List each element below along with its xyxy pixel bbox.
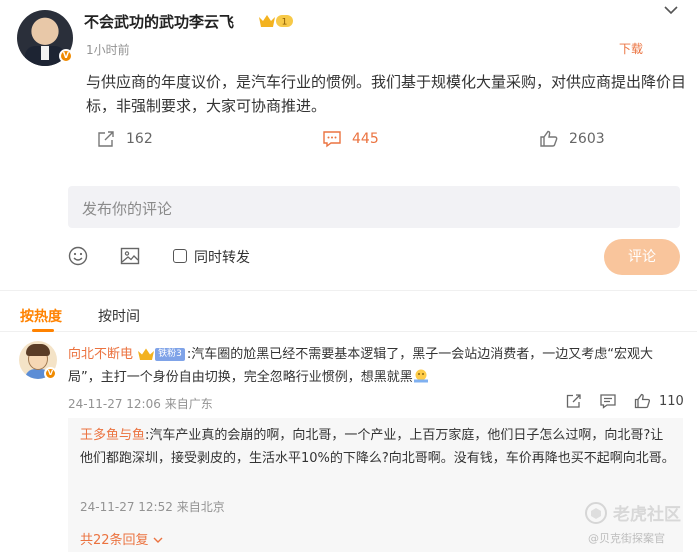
more-replies-label: 共22条回复 — [80, 533, 149, 548]
image-icon[interactable] — [120, 247, 140, 265]
fans-badge: 铁粉3 — [155, 348, 185, 361]
like-button[interactable]: 2603 — [539, 130, 605, 148]
comment-input[interactable]: 发布你的评论 — [68, 186, 680, 228]
level-number: 1 — [282, 18, 288, 28]
avatar-shirt — [41, 46, 49, 60]
comment-button[interactable]: 445 — [322, 130, 379, 148]
crown-icon — [138, 348, 155, 360]
download-link[interactable]: 下载 — [619, 40, 643, 57]
reply-text-block: 王多鱼与鱼:汽车产业真的会崩的啊，向北哥，一个产业，上百万家庭，他们日子怎么过啊… — [80, 424, 676, 470]
repost-checkbox[interactable] — [173, 249, 187, 263]
comment-thumbs-up-icon — [634, 393, 651, 409]
comment-icon — [323, 131, 341, 148]
reply-body: :汽车产业真的会崩的啊，向北哥，一个产业，上百万家庭，他们日子怎么过啊，向北哥?… — [80, 428, 675, 466]
avatar-hair — [26, 344, 50, 356]
caret-down-icon — [153, 537, 163, 543]
author-name[interactable]: 不会武功的武功李云飞 — [84, 11, 234, 32]
watermark-handle: @贝克街探案官 — [588, 532, 665, 545]
comment-sort-bar: 按热度 按时间 — [0, 290, 697, 332]
comment-meta: 24-11-27 12:06 来自广东 — [68, 395, 213, 412]
chevron-down-icon[interactable] — [663, 4, 679, 16]
repost-count: 162 — [126, 131, 153, 147]
comment-reply-icon[interactable] — [599, 393, 617, 409]
comment-time: 24-11-27 12:06 — [68, 397, 161, 411]
reply-time: 24-11-27 12:52 — [80, 500, 173, 514]
post-time: 1小时前 — [86, 43, 130, 57]
like-count: 2603 — [569, 131, 605, 147]
submit-comment-button[interactable]: 评论 — [604, 239, 680, 275]
reply-meta: 24-11-27 12:52 来自北京 — [80, 498, 225, 515]
verified-v-icon: V — [59, 49, 73, 63]
more-replies-link[interactable]: 共22条回复 — [80, 529, 163, 548]
repost-checkbox-label: 同时转发 — [194, 250, 250, 266]
thumbs-up-icon — [540, 130, 558, 147]
repost-button[interactable]: 162 — [96, 130, 153, 148]
watermark-logo: 老虎社区 — [585, 500, 681, 525]
comment-count: 445 — [352, 131, 379, 147]
reply-location: 来自北京 — [176, 500, 225, 514]
reply-user-name[interactable]: 王多鱼与鱼 — [80, 428, 145, 443]
watermark-brand: 老虎社区 — [613, 505, 681, 525]
crown-level-icon: 1 — [259, 15, 293, 28]
comment-text-block: 向北不断电 铁粉3:汽车圈的尬黑已经不需要基本逻辑了，黑子一会站边消费者，一边又… — [68, 343, 683, 389]
comment-repost-icon[interactable] — [565, 393, 583, 409]
comment-location: 来自广东 — [164, 397, 213, 411]
sort-by-time-tab[interactable]: 按时间 — [98, 306, 140, 326]
comment-like-button[interactable]: 110 — [634, 393, 684, 409]
commenter-name[interactable]: 向北不断电 — [68, 347, 133, 362]
comment-like-count: 110 — [659, 393, 684, 409]
sort-by-hot-tab[interactable]: 按热度 — [20, 306, 62, 326]
commenter-verified-icon: V — [44, 367, 57, 380]
emoji-icon[interactable] — [68, 246, 88, 266]
shrug-emoji-icon — [413, 369, 428, 383]
tiger-logo-icon — [585, 501, 607, 524]
repost-icon — [98, 131, 114, 147]
active-tab-indicator — [32, 329, 54, 332]
post-text: 与供应商的年度议价，是汽车行业的惯例。我们基于规模化大量采购，对供应商提出降价目… — [86, 73, 687, 115]
